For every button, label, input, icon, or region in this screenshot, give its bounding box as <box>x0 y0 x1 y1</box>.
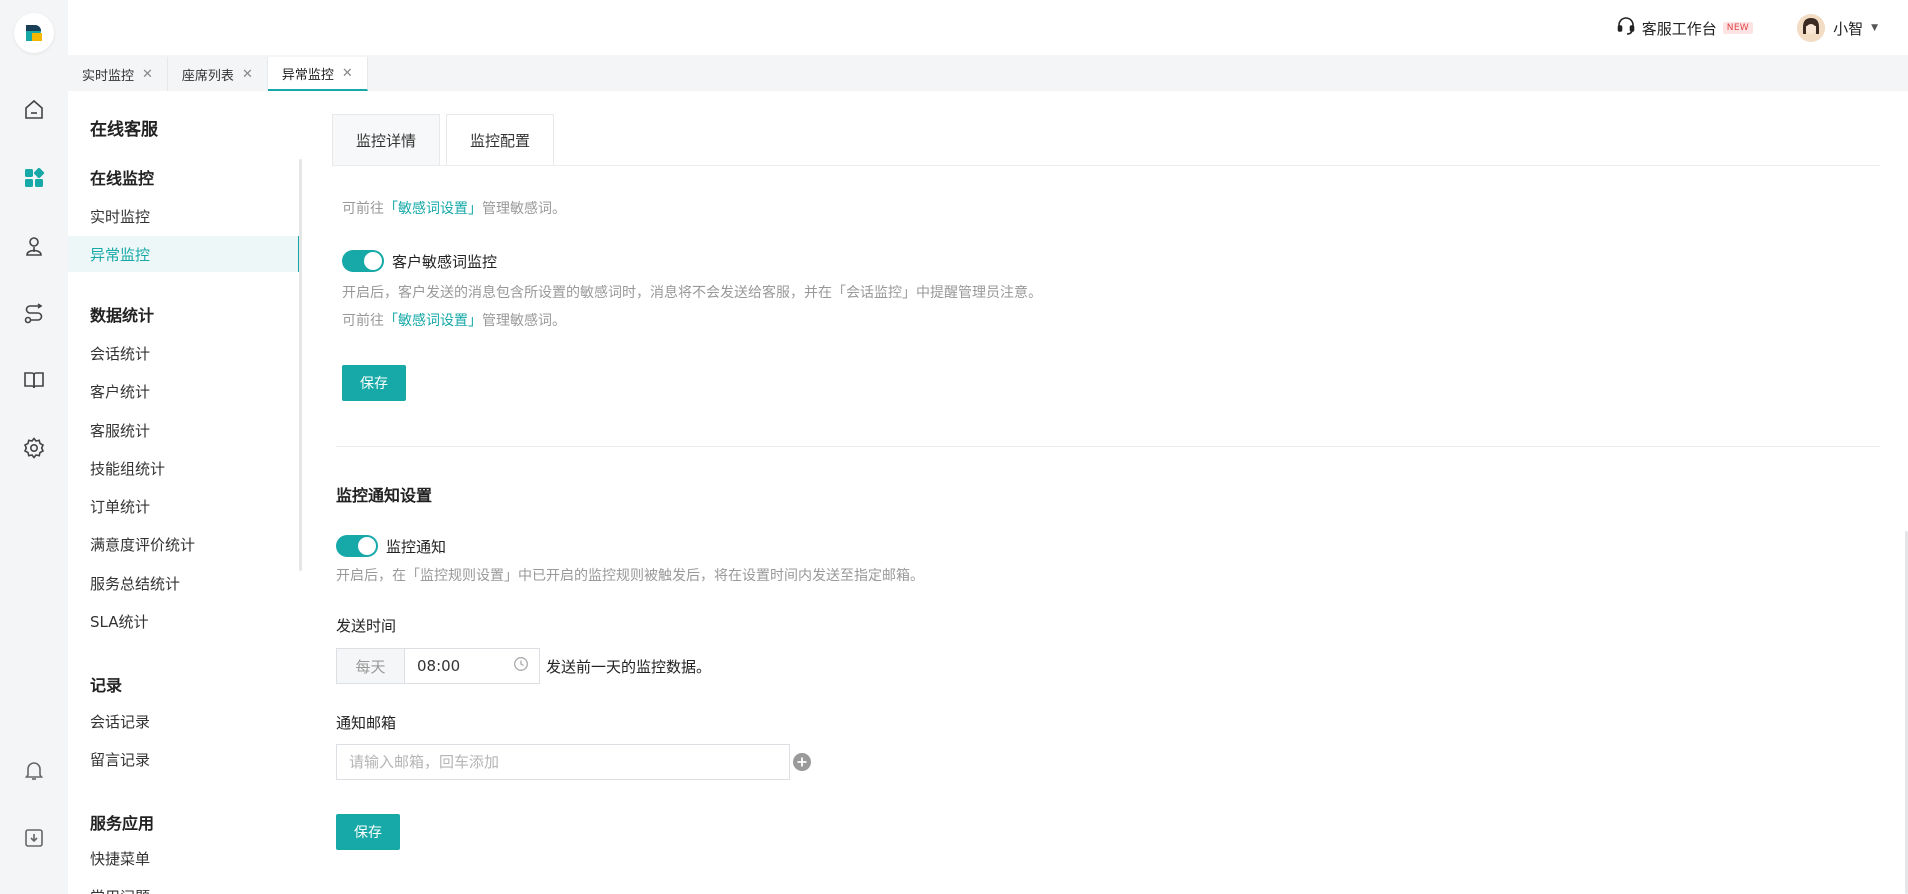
clock-icon <box>513 656 529 676</box>
sidebar-item-skillgroup-stats[interactable]: 技能组统计 <box>68 450 300 486</box>
book-icon[interactable] <box>20 366 48 394</box>
sidebar-item-anomaly[interactable]: 异常监控 <box>68 236 300 272</box>
sidebar-group-title: 在线监控 <box>90 169 155 188</box>
tab-monitor-detail[interactable]: 监控详情 <box>332 114 440 166</box>
sidebar-item-order-stats[interactable]: 订单统计 <box>68 488 300 524</box>
sensitive-hint-top: 可前往「敏感词设置」管理敏感词。 <box>342 201 566 217</box>
close-icon[interactable]: ✕ <box>342 66 353 81</box>
sensitive-settings-link[interactable]: 「敏感词设置」 <box>384 201 482 217</box>
sidebar-group-title: 记录 <box>90 676 123 695</box>
sidebar-item-session-records[interactable]: 会话记录 <box>68 703 300 739</box>
sidebar-item-agent-stats[interactable]: 客服统计 <box>68 412 300 448</box>
customer-sensitive-desc: 开启后，客户发送的消息包含所设置的敏感词时，消息将不会发送给客服，并在「会话监控… <box>342 285 1042 301</box>
notify-desc: 开启后，在「监控规则设置」中已开启的监控规则被触发后，将在设置时间内发送至指定邮… <box>336 568 924 584</box>
sidebar-item-satisfaction-stats[interactable]: 满意度评价统计 <box>68 526 300 562</box>
secondary-sidebar: 在线客服 在线监控 实时监控 异常监控 数据统计 会话统计 客户统计 客服统计 … <box>68 91 304 894</box>
sensitive-hint-bottom: 可前往「敏感词设置」管理敏感词。 <box>342 313 566 329</box>
time-value: 08:00 <box>417 657 461 675</box>
sidebar-item-summary-stats[interactable]: 服务总结统计 <box>68 565 300 601</box>
headset-icon <box>1616 16 1636 40</box>
dashboard-icon[interactable] <box>20 164 48 192</box>
add-circle-icon[interactable] <box>792 752 812 772</box>
email-input[interactable] <box>336 744 790 780</box>
page-tab-strip: 实时监控 ✕ 座席列表 ✕ 异常监控 ✕ <box>68 55 1908 91</box>
route-icon[interactable] <box>20 300 48 328</box>
main-panel: 监控详情 监控配置 可前往「敏感词设置」管理敏感词。 客户敏感词监控 开启后，客… <box>304 91 1908 894</box>
icon-rail <box>0 0 68 894</box>
section-divider <box>336 446 1880 447</box>
notify-toggle[interactable] <box>336 535 378 557</box>
sidebar-title: 在线客服 <box>90 120 158 140</box>
page-tab-anomaly[interactable]: 异常监控 ✕ <box>267 57 368 91</box>
user-menu[interactable]: 小智 ▼ <box>1797 14 1878 42</box>
email-label: 通知邮箱 <box>336 714 397 732</box>
page-tab-seats[interactable]: 座席列表 ✕ <box>168 57 268 91</box>
page-tab-realtime[interactable]: 实时监控 ✕ <box>68 57 168 91</box>
download-icon[interactable] <box>20 824 48 852</box>
close-icon[interactable]: ✕ <box>142 67 153 82</box>
sidebar-item-quick-menu[interactable]: 快捷菜单 <box>68 840 300 876</box>
top-bar: 客服工作台 NEW 小智 ▼ <box>68 0 1908 55</box>
page-tab-label: 实时监控 <box>82 68 135 84</box>
page-tab-label: 异常监控 <box>281 67 334 83</box>
sidebar-item-realtime[interactable]: 实时监控 <box>68 198 300 234</box>
time-prefix: 每天 <box>336 648 404 684</box>
close-icon[interactable]: ✕ <box>242 67 253 82</box>
save-button[interactable]: 保存 <box>342 365 406 401</box>
chevron-down-icon: ▼ <box>1871 23 1878 33</box>
sensitive-settings-link[interactable]: 「敏感词设置」 <box>384 313 482 329</box>
sidebar-item-customer-stats[interactable]: 客户统计 <box>68 373 300 409</box>
settings-icon[interactable] <box>20 434 48 462</box>
new-badge: NEW <box>1722 22 1753 34</box>
sidebar-group-title: 服务应用 <box>90 814 155 833</box>
sidebar-item-sla-stats[interactable]: SLA统计 <box>68 603 300 639</box>
time-suffix: 发送前一天的监控数据。 <box>546 657 712 676</box>
sidebar-scrollbar[interactable] <box>299 159 302 571</box>
avatar <box>1797 14 1826 42</box>
content-tabs: 监控详情 监控配置 <box>332 114 554 166</box>
tabs-divider <box>332 165 1880 166</box>
home-icon[interactable] <box>20 96 48 124</box>
workbench-label: 客服工作台 <box>1641 19 1717 38</box>
sidebar-item-faq[interactable]: 常用问题 <box>68 878 300 894</box>
sidebar-group-title: 数据统计 <box>90 306 155 325</box>
notify-toggle-label: 监控通知 <box>386 538 447 556</box>
sidebar-item-session-stats[interactable]: 会话统计 <box>68 335 300 371</box>
save-button[interactable]: 保存 <box>336 814 400 850</box>
agent-icon[interactable] <box>20 232 48 260</box>
customer-sensitive-label: 客户敏感词监控 <box>392 253 498 271</box>
app-logo[interactable] <box>14 13 54 53</box>
send-time-group: 每天 08:00 发送前一天的监控数据。 <box>336 648 711 684</box>
sidebar-item-message-records[interactable]: 留言记录 <box>68 741 300 777</box>
page-tab-label: 座席列表 <box>181 68 234 84</box>
bell-icon[interactable] <box>20 756 48 784</box>
tab-monitor-config[interactable]: 监控配置 <box>446 114 554 166</box>
customer-sensitive-toggle[interactable] <box>342 250 384 272</box>
workbench-link[interactable]: 客服工作台 NEW <box>1616 17 1753 39</box>
user-name: 小智 <box>1833 19 1864 38</box>
time-picker[interactable]: 08:00 <box>404 648 540 684</box>
notify-section-title: 监控通知设置 <box>336 486 433 505</box>
send-time-label: 发送时间 <box>336 617 397 635</box>
